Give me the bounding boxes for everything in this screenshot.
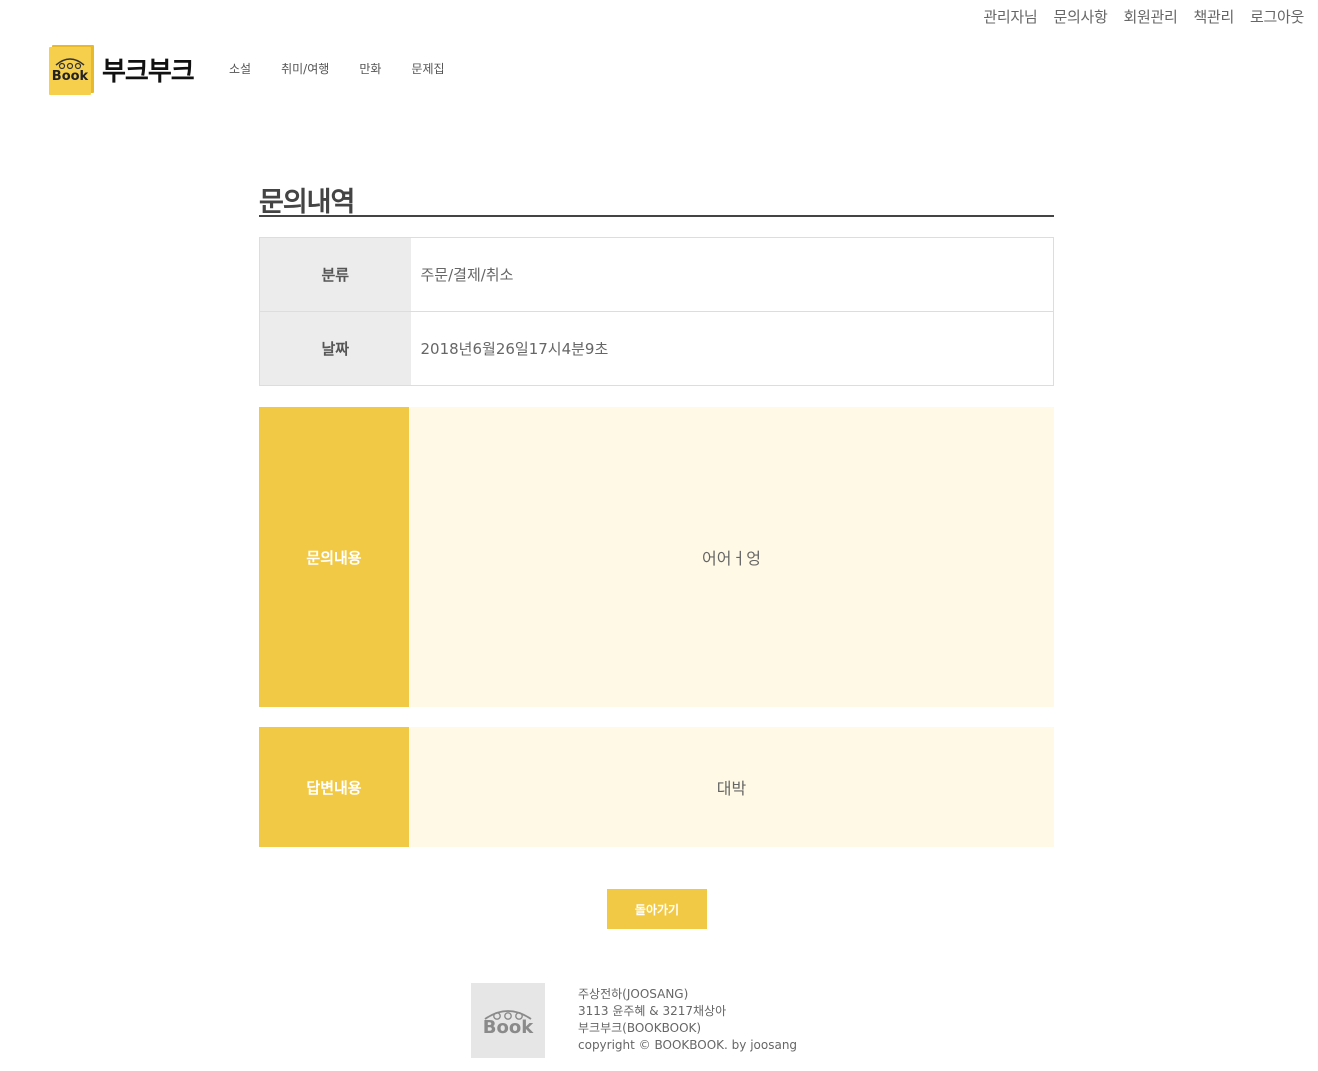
nav-comics[interactable]: 만화: [359, 60, 381, 77]
category-label: 분류: [259, 237, 411, 312]
inquiry-content-block: 문의내용 어어ㅓ엉: [259, 407, 1054, 707]
admin-link[interactable]: 관리자님: [983, 6, 1037, 27]
back-button[interactable]: 돌아가기: [607, 889, 707, 929]
answer-content-block: 답변내용 대박: [259, 727, 1054, 847]
table-row: 분류 주문/결제/취소: [259, 237, 1054, 312]
member-management-link[interactable]: 회원관리: [1123, 6, 1177, 27]
svg-text:Book: Book: [483, 1017, 534, 1038]
brand-name: 부크부크: [102, 56, 195, 87]
footer-company: 주상전하(JOOSANG): [578, 987, 689, 1001]
table-row: 날짜 2018년6월26일17시4분9초: [259, 311, 1054, 386]
book-management-link[interactable]: 책관리: [1193, 6, 1234, 27]
category-nav: 소설 취미/여행 만화 문제집: [229, 60, 445, 77]
nav-novel[interactable]: 소설: [229, 60, 251, 77]
nav-workbook[interactable]: 문제집: [411, 60, 444, 77]
footer-book-logo-icon: Book: [471, 983, 545, 1058]
footer-info: 주상전하(JOOSANG) 3113 윤주혜 & 3217채상아 부크부크(BO…: [578, 986, 797, 1054]
footer-brand: 부크부크(BOOKBOOK): [578, 1021, 702, 1035]
svg-text:Book: Book: [52, 69, 89, 84]
book-logo-icon: Book: [48, 43, 96, 95]
inquiry-content-label: 문의내용: [259, 407, 409, 707]
inquiry-link[interactable]: 문의사항: [1053, 6, 1107, 27]
brand-logo[interactable]: Book 부크부크: [48, 43, 195, 95]
inquiry-info-table: 분류 주문/결제/취소 날짜 2018년6월26일17시4분9초: [259, 237, 1054, 386]
nav-hobby-travel[interactable]: 취미/여행: [281, 60, 329, 77]
category-value: 주문/결제/취소: [410, 237, 1054, 312]
top-utility-nav: 관리자님 문의사항 회원관리 책관리 로그아웃: [983, 6, 1304, 27]
footer-copyright: copyright © BOOKBOOK. by joosang: [578, 1038, 798, 1052]
date-value: 2018년6월26일17시4분9초: [410, 311, 1054, 386]
answer-content-label: 답변내용: [259, 727, 409, 847]
logout-link[interactable]: 로그아웃: [1250, 6, 1304, 27]
footer-authors: 3113 윤주혜 & 3217채상아: [578, 1004, 727, 1018]
inquiry-content-text: 어어ㅓ엉: [409, 407, 1054, 707]
page-title: 문의내역: [259, 180, 1054, 218]
date-label: 날짜: [259, 311, 411, 386]
answer-content-text: 대박: [409, 727, 1054, 847]
